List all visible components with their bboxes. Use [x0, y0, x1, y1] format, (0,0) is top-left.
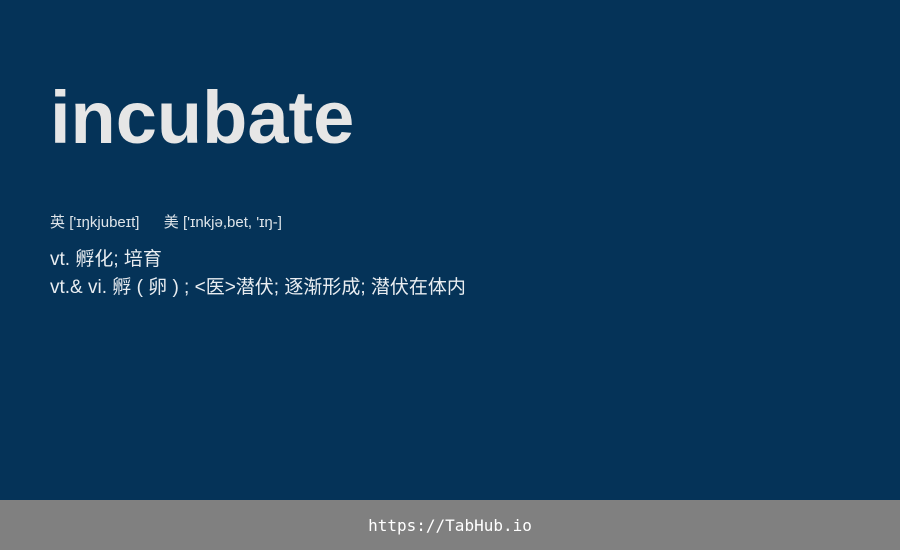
uk-phonetic: ['ɪŋkjubeɪt] [69, 214, 140, 231]
footer-bar: https://TabHub.io [0, 500, 900, 550]
word-card: incubate 英 ['ɪŋkjubeɪt] 美 ['ɪnkjə,bet, '… [0, 0, 900, 500]
definition-line: vt.& vi. 孵 ( 卵 ) ; <医>潜伏; 逐渐形成; 潜伏在体内 [50, 277, 466, 298]
uk-label: 英 [50, 214, 66, 231]
definitions: vt. 孵化; 培育 vt.& vi. 孵 ( 卵 ) ; <医>潜伏; 逐渐形… [50, 246, 466, 302]
definition-line: vt. 孵化; 培育 [50, 249, 162, 270]
us-phonetic: ['ɪnkjə,bet, 'ɪŋ-] [182, 214, 282, 231]
footer-url[interactable]: https://TabHub.io [368, 516, 532, 535]
pronunciation-row: 英 ['ɪŋkjubeɪt] 美 ['ɪnkjə,bet, 'ɪŋ-] [50, 212, 282, 234]
headword: incubate [50, 76, 355, 159]
us-label: 美 [163, 214, 179, 231]
